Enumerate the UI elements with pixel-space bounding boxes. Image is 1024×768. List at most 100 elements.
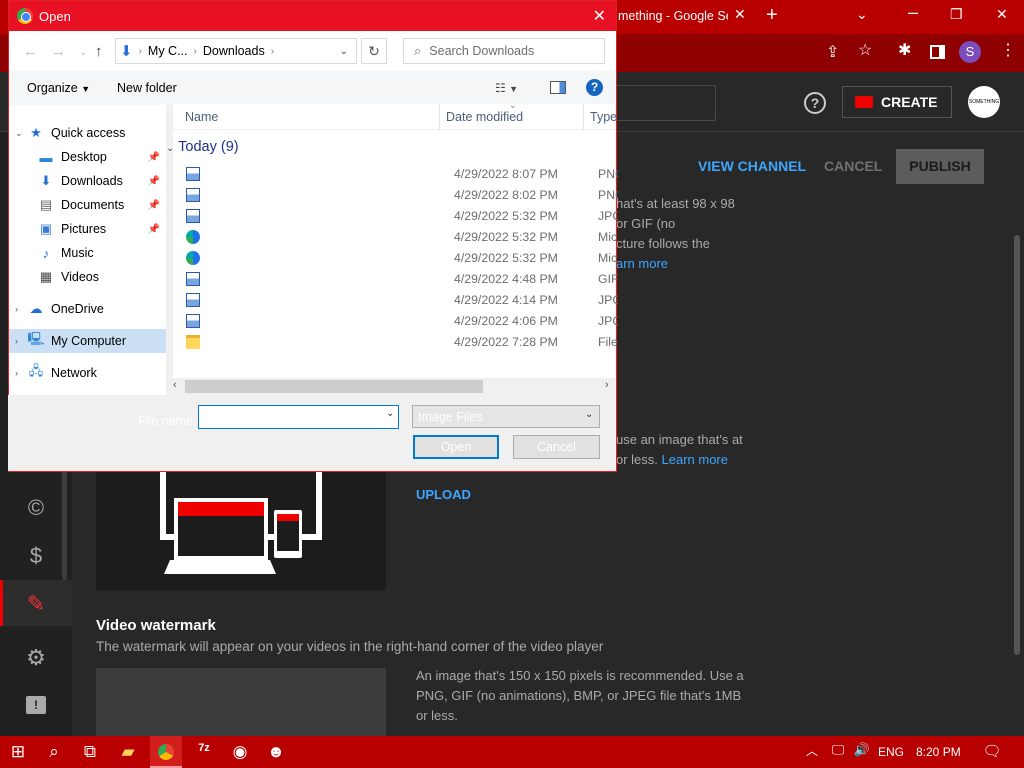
picture-learn-more-link[interactable]: arn more bbox=[616, 254, 668, 274]
nav-quick-access[interactable]: ⌄ ★ Quick access bbox=[9, 121, 166, 145]
search-icon[interactable]: ⌕ bbox=[42, 742, 66, 762]
show-hidden-icons-icon[interactable]: ︿ bbox=[800, 742, 824, 759]
file-row[interactable]: download 4/29/2022 8:02 PM PNG bbox=[186, 184, 618, 205]
scroll-left-icon[interactable]: ‹ bbox=[173, 379, 177, 391]
menu-kebab-icon[interactable]: ⋮ bbox=[1000, 40, 1016, 60]
file-row[interactable]: money 4/29/2022 4:48 PM GIF F bbox=[186, 268, 618, 289]
change-view-button[interactable]: ☷ ▼ bbox=[495, 81, 518, 95]
up-arrow-icon[interactable]: ↑ bbox=[95, 43, 103, 60]
restore-icon[interactable]: ❐ bbox=[950, 6, 963, 23]
nav-desktop[interactable]: ▬ Desktop 📌 bbox=[9, 145, 166, 169]
chrome-taskbar-button[interactable] bbox=[150, 736, 182, 768]
refresh-button[interactable]: ↻ bbox=[361, 38, 387, 64]
preview-pane-icon[interactable] bbox=[550, 81, 566, 94]
share-icon[interactable]: ⇪ bbox=[826, 42, 839, 62]
help-icon[interactable]: ? bbox=[804, 92, 826, 114]
bookmark-star-icon[interactable]: ☆ bbox=[858, 40, 872, 60]
nav-onedrive[interactable]: › ☁ OneDrive bbox=[9, 297, 166, 321]
nav-network[interactable]: › 🖧 Network bbox=[9, 361, 166, 385]
nav-downloads[interactable]: ⬇ Downloads 📌 bbox=[9, 169, 166, 193]
expand-chevron-icon[interactable]: › bbox=[15, 368, 27, 378]
file-type-dropdown-icon[interactable]: ⌄ bbox=[585, 409, 593, 420]
file-row[interactable]: 548bc3ef2f3e4fcb76e1e5e1580b7b5c0ecd... 4… bbox=[186, 205, 618, 226]
profile-avatar[interactable]: S bbox=[959, 41, 981, 63]
expand-chevron-icon[interactable]: ⌄ bbox=[15, 128, 27, 139]
column-date-modified[interactable]: Date modified bbox=[446, 110, 523, 124]
nav-music[interactable]: ♪ Music bbox=[9, 241, 166, 265]
task-view-icon[interactable]: ⧉ bbox=[78, 742, 102, 762]
nav-my-computer[interactable]: › 🖳 My Computer bbox=[9, 329, 166, 353]
monetization-icon[interactable]: $ bbox=[22, 543, 50, 569]
file-name-dropdown-icon[interactable]: ⌄ bbox=[386, 408, 394, 419]
file-row[interactable]: download (1) 4/29/2022 8:07 PM PNG bbox=[186, 163, 618, 184]
new-folder-button[interactable]: New folder bbox=[117, 81, 177, 95]
cancel-button[interactable]: Cancel bbox=[513, 435, 600, 459]
windows-start-icon[interactable]: ⊞ bbox=[6, 742, 30, 762]
clock[interactable]: 8:20 PM bbox=[916, 745, 961, 759]
column-name[interactable]: Name bbox=[185, 110, 218, 124]
scroll-right-icon[interactable]: › bbox=[605, 379, 609, 391]
publish-button[interactable]: PUBLISH bbox=[896, 149, 984, 184]
language-indicator[interactable]: ENG bbox=[878, 745, 904, 759]
breadcrumb-downloads[interactable]: Downloads bbox=[203, 44, 265, 58]
file-explorer-icon[interactable]: ▰ bbox=[116, 742, 140, 762]
browser-tab-title[interactable]: mething - Google Se bbox=[618, 9, 728, 23]
settings-gear-icon[interactable]: ⚙ bbox=[22, 645, 50, 671]
copyright-icon[interactable]: © bbox=[22, 495, 50, 521]
file-type-select[interactable]: Image Files bbox=[412, 405, 600, 428]
tab-close-icon[interactable]: ✕ bbox=[734, 6, 746, 23]
expand-chevron-icon[interactable]: › bbox=[15, 304, 27, 314]
record-icon[interactable]: ◉ bbox=[228, 742, 252, 762]
dialog-help-icon[interactable]: ? bbox=[586, 79, 603, 96]
sidebar-scrollbar[interactable] bbox=[62, 470, 67, 580]
recent-locations-chevron-icon[interactable]: ⌄ bbox=[79, 47, 87, 58]
address-dropdown-icon[interactable]: ⌄ bbox=[340, 46, 348, 57]
expand-chevron-icon[interactable]: › bbox=[15, 336, 27, 346]
organize-button[interactable]: Organize ▼ bbox=[27, 81, 90, 95]
file-row[interactable]: MEmu Download 4/29/2022 7:28 PM File f bbox=[186, 331, 618, 352]
main-scrollbar[interactable] bbox=[1014, 235, 1020, 655]
dialog-close-icon[interactable]: ✕ bbox=[593, 6, 606, 26]
nav-documents[interactable]: ▤ Documents 📌 bbox=[9, 193, 166, 217]
studio-cancel-button[interactable]: CANCEL bbox=[824, 158, 882, 174]
open-button[interactable]: Open bbox=[413, 435, 499, 459]
banner-learn-more-link[interactable]: Learn more bbox=[662, 452, 728, 467]
group-header-today[interactable]: ⌄ Today (9) bbox=[166, 139, 239, 155]
extensions-icon[interactable]: ✱ bbox=[898, 40, 911, 60]
studio-search-input[interactable] bbox=[612, 85, 716, 121]
memu-icon[interactable]: ☻ bbox=[264, 742, 288, 762]
network-status-icon[interactable]: 🖵 bbox=[826, 742, 850, 758]
new-tab-button[interactable]: + bbox=[766, 4, 778, 27]
minimize-icon[interactable]: – bbox=[908, 2, 918, 23]
feedback-icon[interactable]: ! bbox=[26, 696, 46, 714]
column-divider[interactable] bbox=[583, 104, 584, 130]
file-row[interactable]: 1673840 4/29/2022 5:32 PM Micro bbox=[186, 247, 618, 268]
forward-arrow-icon[interactable]: → bbox=[51, 43, 66, 60]
nav-pictures[interactable]: ▣ Pictures 📌 bbox=[9, 217, 166, 241]
upload-button[interactable]: UPLOAD bbox=[416, 487, 471, 502]
search-downloads-input[interactable]: ⌕ Search Downloads bbox=[403, 38, 605, 64]
horizontal-scroll-thumb[interactable] bbox=[185, 380, 483, 393]
nav-label: Documents bbox=[61, 198, 125, 212]
notifications-icon[interactable]: 🗨 bbox=[980, 742, 1004, 760]
dialog-title-bar[interactable]: Open ✕ bbox=[9, 1, 616, 31]
breadcrumb-my-computer[interactable]: My C... bbox=[148, 44, 188, 58]
address-bar[interactable]: ⬇ › My C... › Downloads › ⌄ bbox=[115, 38, 357, 64]
window-close-icon[interactable]: ✕ bbox=[996, 6, 1008, 23]
collapse-chevron-icon[interactable]: ⌄ bbox=[166, 143, 174, 154]
file-row[interactable]: wp2386224 4/29/2022 4:06 PM JPG F bbox=[186, 310, 618, 331]
tab-search-icon[interactable]: ⌄ bbox=[856, 6, 868, 23]
file-name-input[interactable] bbox=[198, 405, 399, 429]
create-button[interactable]: CREATE bbox=[842, 86, 952, 118]
view-channel-link[interactable]: VIEW CHANNEL bbox=[698, 158, 806, 174]
column-type[interactable]: Type bbox=[590, 110, 617, 124]
volume-icon[interactable]: 🔊 bbox=[850, 742, 874, 758]
nav-videos[interactable]: ▦ Videos bbox=[9, 265, 166, 289]
column-divider[interactable] bbox=[439, 104, 440, 130]
back-arrow-icon[interactable]: ← bbox=[23, 43, 38, 60]
channel-avatar[interactable]: SOMETHING bbox=[968, 86, 1000, 118]
7zip-icon[interactable]: 7z bbox=[192, 742, 216, 754]
side-panel-icon[interactable] bbox=[930, 45, 945, 59]
file-row[interactable]: 258076 4/29/2022 5:32 PM Micro bbox=[186, 226, 618, 247]
file-row[interactable]: bozkurt-turkey-turkish-wolf-wallpaper-p.… bbox=[186, 289, 618, 310]
